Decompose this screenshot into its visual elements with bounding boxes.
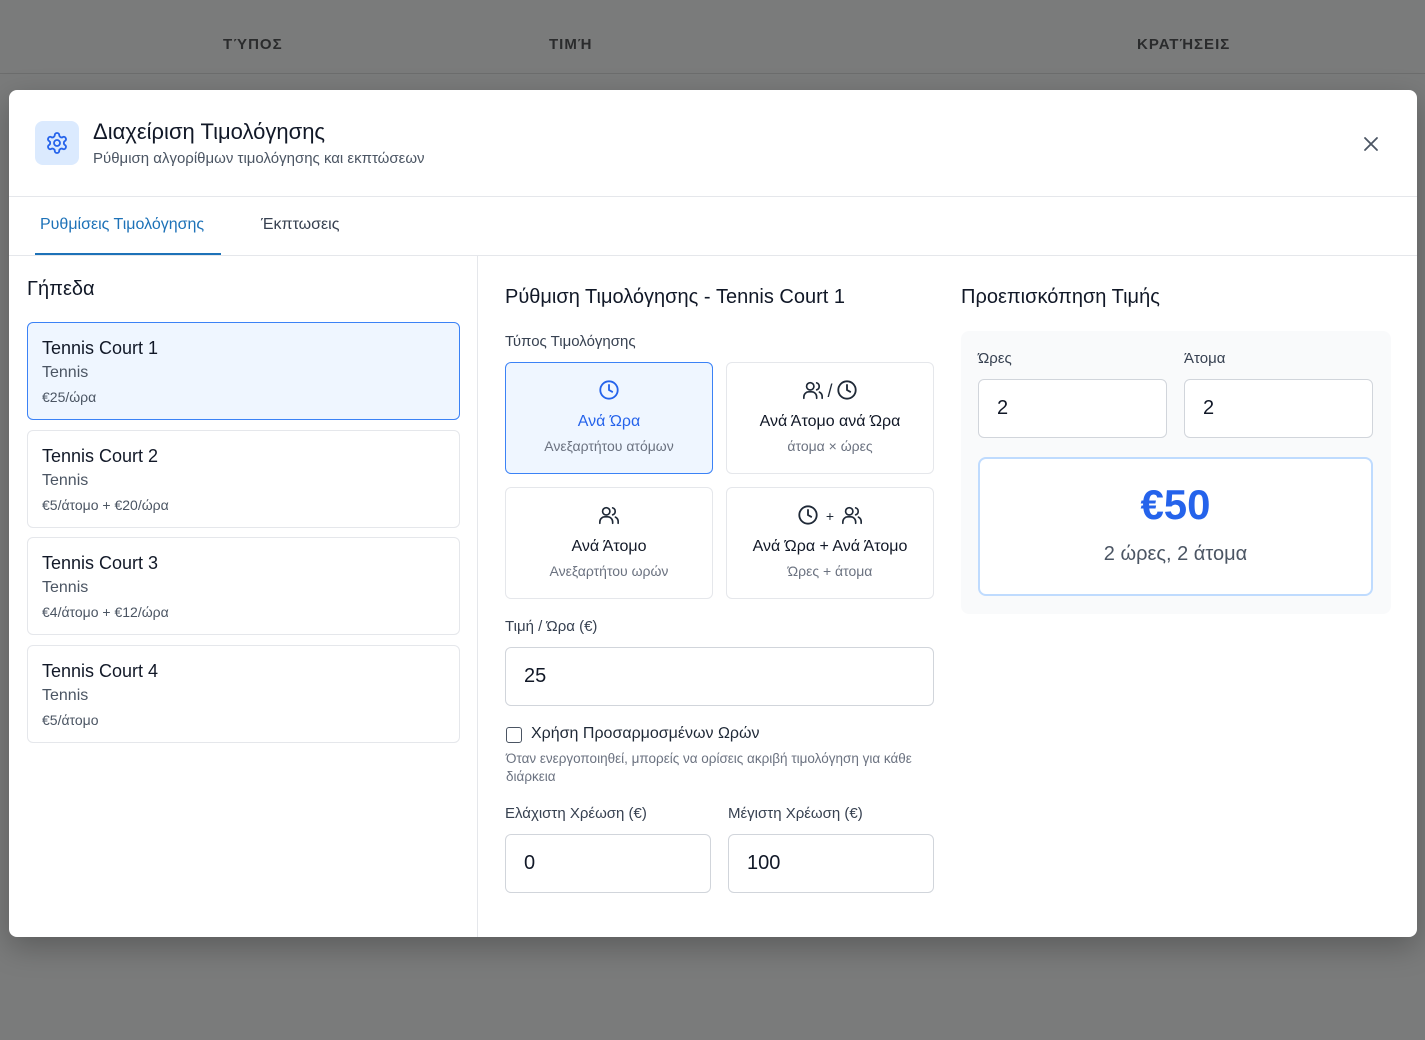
active-tab-indicator: [35, 253, 221, 255]
pricing-type-desc: Ώρες + άτομα: [787, 563, 873, 579]
court-name: Tennis Court 4: [42, 661, 159, 681]
column-header-price: ΤΙΜΉ: [549, 36, 593, 53]
price-per-hour-input[interactable]: 25: [505, 647, 934, 706]
hours-label: Ώρες: [978, 350, 1012, 367]
pricing-type-label: Ανά Ώρα: [577, 413, 641, 430]
tab-pricing-settings[interactable]: Ρυθμίσεις Τιμολόγησης: [40, 216, 204, 234]
custom-hours-checkbox[interactable]: [506, 727, 522, 743]
clock-icon: [836, 379, 858, 404]
pricing-type-label: Ανά Άτομο: [571, 538, 647, 555]
tab-discounts[interactable]: Έκπτωσεις: [261, 216, 339, 234]
pricing-type-desc: Ανεξαρτήτου ατόμων: [544, 438, 674, 454]
court-sport: Tennis: [42, 364, 89, 381]
gear-icon: [35, 121, 79, 165]
court-item-tennis-court-2[interactable]: Tennis Court 2 Tennis €5/άτομο + €20/ώρα: [27, 430, 460, 528]
custom-hours-help: Όταν ενεργοποιηθεί, μπορείς να ορίσεις α…: [506, 751, 912, 784]
price-result-box: €50 2 ώρες, 2 άτομα: [978, 457, 1373, 596]
column-header-type: ΤΎΠΟΣ: [223, 36, 283, 53]
computed-price: €50: [1140, 481, 1211, 528]
court-sport: Tennis: [42, 472, 89, 489]
price-per-hour-label: Τιμή / Ώρα (€): [505, 618, 598, 635]
modal-header: Διαχείριση Τιμολόγησης Ρύθμιση αλγορίθμω…: [9, 90, 1417, 197]
pricing-type-per-person[interactable]: Ανά Άτομο Ανεξαρτήτου ωρών: [505, 487, 713, 599]
tab-bar: Ρυθμίσεις Τιμολόγησης Έκπτωσεις: [9, 197, 1417, 256]
pricing-type-label: Ανά Άτομο ανά Ώρα: [759, 413, 901, 430]
custom-hours-label: Χρήση Προσαρμοσμένων Ωρών: [531, 725, 760, 742]
court-price: €5/άτομο: [42, 712, 99, 728]
courts-panel-title: Γήπεδα: [27, 278, 95, 300]
min-charge-input[interactable]: 0: [505, 834, 711, 893]
background-table-header: ΤΎΠΟΣ ΤΙΜΉ ΚΡΑΤΉΣΕΙΣ: [0, 0, 1425, 74]
separator-symbol: /: [827, 380, 833, 401]
court-name: Tennis Court 3: [42, 553, 159, 573]
court-price: €25/ώρα: [42, 389, 97, 405]
pricing-type-desc: Ανεξαρτήτου ωρών: [549, 563, 669, 579]
hours-input[interactable]: 2: [978, 379, 1167, 438]
court-name: Tennis Court 1: [42, 338, 159, 358]
people-input[interactable]: 2: [1184, 379, 1373, 438]
court-price: €5/άτομο + €20/ώρα: [42, 497, 169, 513]
pricing-type-per-person-per-hour[interactable]: / Ανά Άτομο ανά Ώρα άτομα × ώρες: [726, 362, 934, 474]
court-name: Tennis Court 2: [42, 446, 159, 466]
pricing-management-modal: Διαχείριση Τιμολόγησης Ρύθμιση αλγορίθμω…: [9, 90, 1417, 937]
pricing-type-label: Ανά Ώρα + Ανά Άτομο: [752, 538, 908, 555]
close-icon[interactable]: [1361, 134, 1381, 154]
min-charge-label: Ελάχιστη Χρέωση (€): [505, 805, 647, 822]
clock-icon: [797, 504, 819, 529]
modal-subtitle: Ρύθμιση αλγορίθμων τιμολόγησης και εκπτώ…: [93, 150, 425, 167]
court-item-tennis-court-1[interactable]: Tennis Court 1 Tennis €25/ώρα: [27, 322, 460, 420]
court-sport: Tennis: [42, 687, 89, 704]
users-icon: [841, 504, 863, 529]
courts-panel: Γήπεδα Tennis Court 1 Tennis €25/ώρα Ten…: [9, 256, 478, 937]
separator-symbol: +: [825, 508, 835, 524]
pricing-type-desc: άτομα × ώρες: [787, 438, 873, 454]
computed-price-summary: 2 ώρες, 2 άτομα: [1103, 543, 1248, 565]
pricing-type-label: Τύπος Τιμολόγησης: [505, 333, 636, 350]
max-charge-input[interactable]: 100: [728, 834, 934, 893]
users-icon: [598, 504, 620, 529]
users-icon: [802, 379, 824, 404]
max-charge-label: Μέγιστη Χρέωση (€): [728, 805, 863, 822]
court-item-tennis-court-4[interactable]: Tennis Court 4 Tennis €5/άτομο: [27, 645, 460, 743]
people-label: Άτομα: [1184, 350, 1226, 367]
clock-icon: [598, 379, 620, 404]
modal-title: Διαχείριση Τιμολόγησης: [93, 119, 326, 144]
court-sport: Tennis: [42, 579, 89, 596]
pricing-type-per-hour[interactable]: Ανά Ώρα Ανεξαρτήτου ατόμων: [505, 362, 713, 474]
pricing-type-per-hour-plus-per-person[interactable]: + Ανά Ώρα + Ανά Άτομο Ώρες + άτομα: [726, 487, 934, 599]
settings-title: Ρύθμιση Τιμολόγησης - Tennis Court 1: [505, 286, 845, 308]
preview-title: Προεπισκόπηση Τιμής: [961, 286, 1160, 308]
court-price: €4/άτομο + €12/ώρα: [42, 604, 169, 620]
court-item-tennis-court-3[interactable]: Tennis Court 3 Tennis €4/άτομο + €12/ώρα: [27, 537, 460, 635]
column-header-bookings: ΚΡΑΤΉΣΕΙΣ: [1137, 36, 1231, 53]
